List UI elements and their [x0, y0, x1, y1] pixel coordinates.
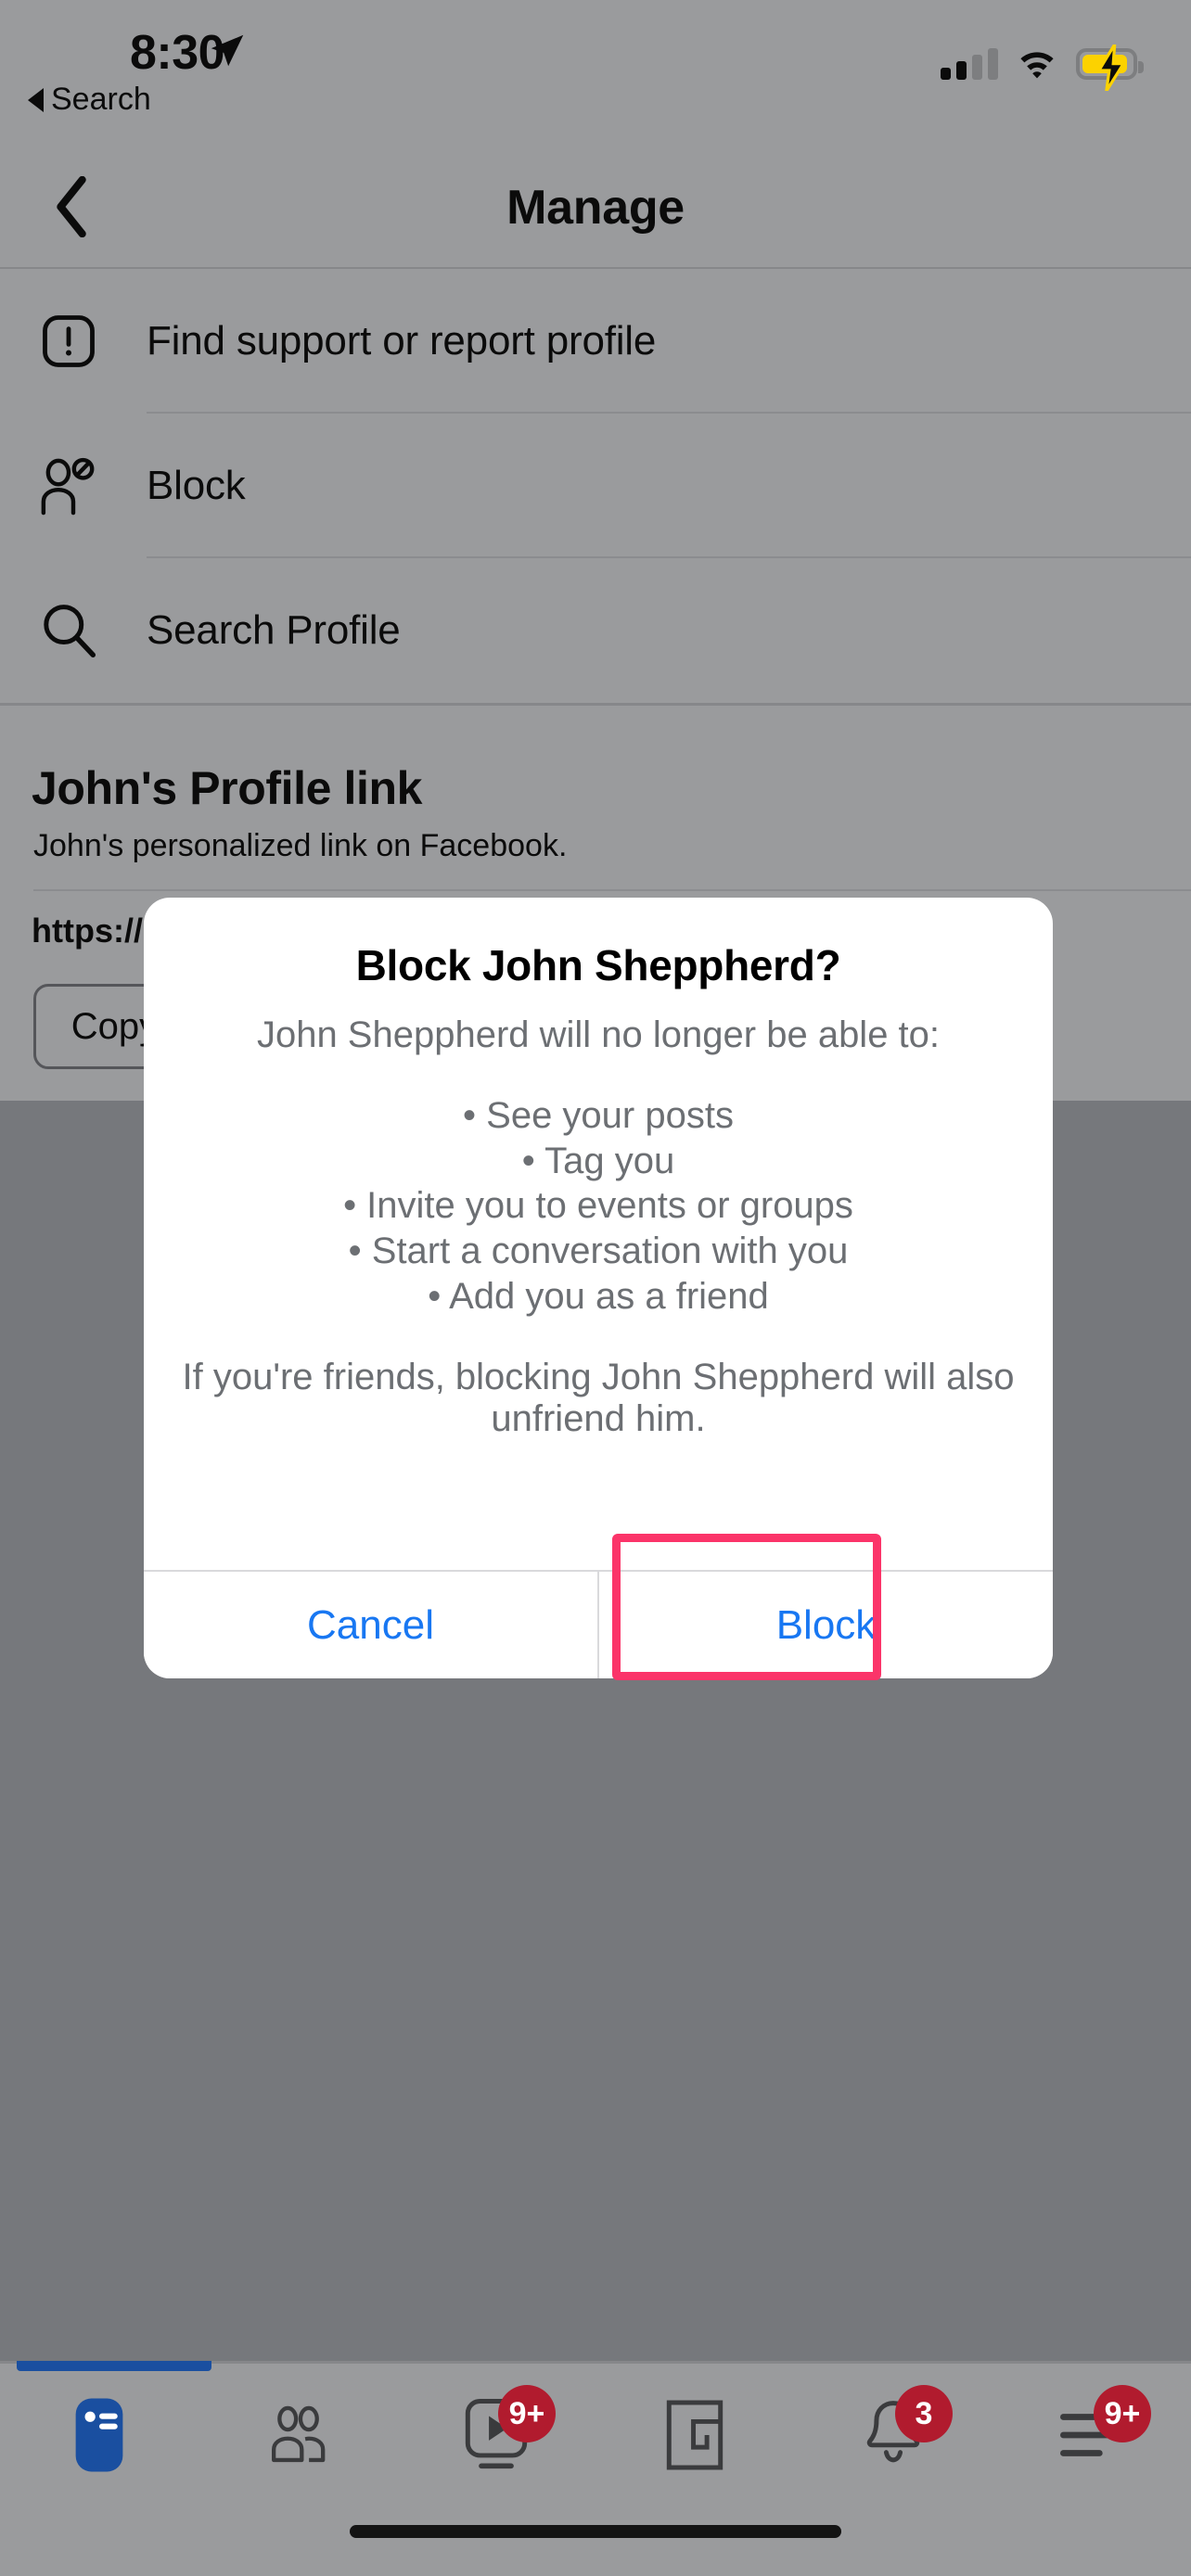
tab-menu[interactable]: 9+	[992, 2361, 1191, 2509]
cellular-signal-icon	[941, 48, 998, 80]
tab-marketplace[interactable]	[596, 2361, 794, 2509]
cancel-button[interactable]: Cancel	[144, 1572, 599, 1678]
block-confirmation-dialog: Block John Sheppherd? John Sheppherd wil…	[144, 898, 1053, 1678]
tab-watch[interactable]: 9+	[397, 2361, 596, 2509]
back-button[interactable]	[41, 176, 102, 237]
dialog-body: Block John Sheppherd? John Sheppherd wil…	[144, 898, 1053, 1439]
lightning-bolt-icon	[1095, 45, 1127, 91]
watch-video-icon: 9+	[452, 2385, 556, 2480]
profile-link-description: John's personalized link on Facebook.	[33, 828, 568, 863]
navigation-bar: Manage	[0, 148, 1191, 267]
wifi-icon	[1020, 52, 1054, 79]
cancel-button-label: Cancel	[307, 1601, 434, 1648]
exclamation-square-icon	[35, 308, 102, 375]
status-badge: 3	[895, 2385, 953, 2442]
chevron-left-icon	[57, 176, 86, 237]
block-confirm-label: Block	[775, 1601, 877, 1648]
marketplace-icon	[650, 2391, 739, 2480]
tab-friends[interactable]	[198, 2361, 397, 2509]
bell-icon: 3	[849, 2385, 953, 2480]
dialog-title: Block John Sheppherd?	[355, 941, 841, 989]
page-title: Manage	[506, 181, 685, 235]
menu-item-label: Search Profile	[147, 607, 401, 653]
phone-screen: 8:30 Search Manage Find support or repor…	[0, 0, 1191, 2576]
list-item: • Start a conversation with you	[348, 1231, 849, 1272]
dialog-footer-text: If you're friends, blocking John Shepphe…	[182, 1356, 1015, 1439]
status-bar-indicators	[941, 41, 1144, 91]
location-arrow-icon	[211, 34, 244, 67]
home-indicator[interactable]	[350, 2525, 841, 2538]
list-item: • Invite you to events or groups	[343, 1185, 853, 1227]
search-icon	[35, 597, 102, 664]
status-bar: 8:30	[0, 0, 1191, 102]
list-item: • Tag you	[521, 1140, 675, 1181]
profile-link-divider	[33, 889, 1191, 891]
person-block-icon	[35, 453, 102, 519]
profile-link-url: https://	[32, 912, 143, 950]
tab-news-feed[interactable]	[0, 2361, 198, 2509]
list-item: • Add you as a friend	[428, 1275, 769, 1317]
section-divider	[0, 703, 1191, 706]
block-confirm-button[interactable]: Block	[599, 1572, 1053, 1678]
menu-item-search-profile[interactable]: Search Profile	[0, 558, 1191, 703]
menu-item-label: Block	[147, 463, 246, 508]
news-feed-icon	[55, 2391, 144, 2480]
dialog-subtitle: John Sheppherd will no longer be able to…	[256, 1014, 941, 1055]
back-to-search-link[interactable]: Search	[28, 82, 151, 118]
status-badge: 9+	[1094, 2385, 1151, 2442]
list-item: • See your posts	[463, 1094, 734, 1136]
menu-item-find-support[interactable]: Find support or report profile	[0, 269, 1191, 414]
bottom-navigation-bar: 9+ 3 9+	[0, 2361, 1191, 2509]
hamburger-menu-icon: 9+	[1047, 2385, 1151, 2480]
tab-notifications[interactable]: 3	[794, 2361, 992, 2509]
status-badge: 9+	[498, 2385, 556, 2442]
dialog-bullet-list: • See your posts • Tag you • Invite you …	[181, 1093, 1016, 1320]
friends-icon	[253, 2391, 342, 2480]
battery-charging-icon	[1076, 45, 1144, 91]
triangle-left-icon	[28, 87, 44, 112]
back-to-search-label: Search	[51, 82, 151, 117]
manage-menu-list: Find support or report profile Block Sea…	[0, 269, 1191, 703]
menu-item-block[interactable]: Block	[0, 414, 1191, 558]
profile-link-heading: John's Profile link	[32, 762, 423, 814]
menu-item-label: Find support or report profile	[147, 318, 657, 363]
dialog-action-bar: Cancel Block	[144, 1570, 1053, 1678]
